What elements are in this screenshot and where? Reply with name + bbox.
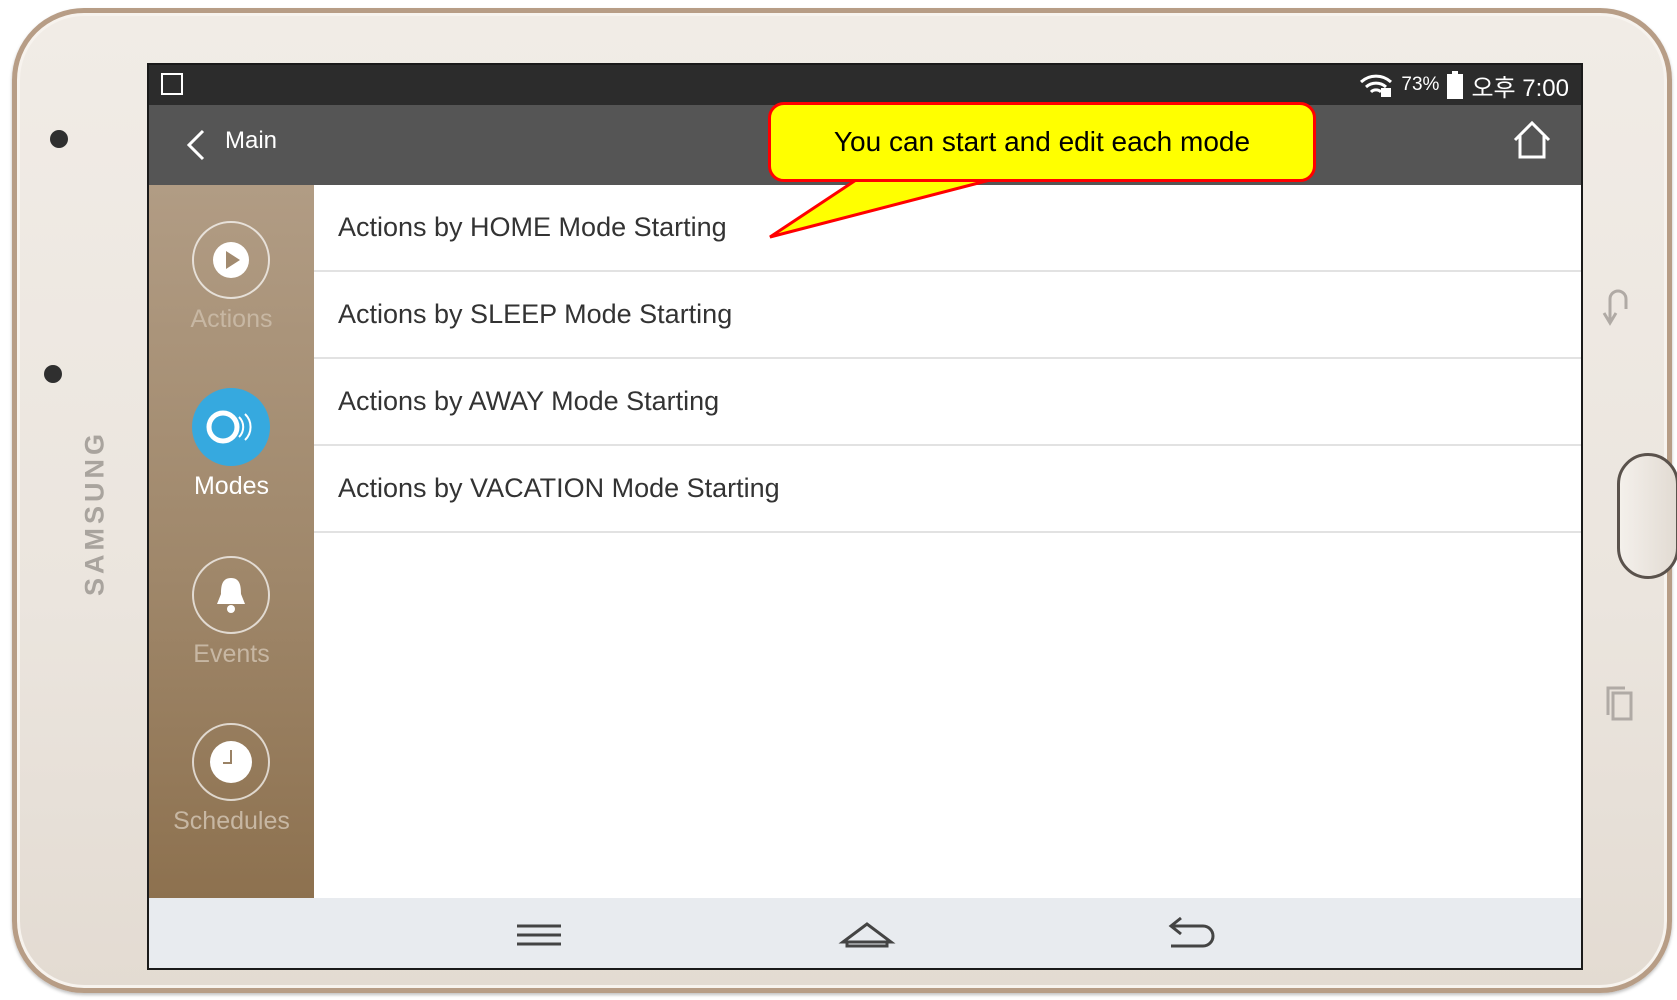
gallery-notification-icon — [161, 73, 183, 95]
sidebar-item-label: Events — [193, 640, 270, 668]
back-to-main-link[interactable]: Main — [225, 127, 277, 155]
list-item-vacation-mode[interactable]: Actions by VACATION Mode Starting — [314, 446, 1581, 533]
back-chevron-icon[interactable] — [177, 125, 217, 165]
hardware-back-key-icon[interactable] — [1600, 285, 1634, 327]
battery-percent: 73% — [1401, 74, 1440, 95]
callout-annotation: You can start and edit each mode — [768, 102, 1316, 182]
status-time: 오후 7:00 — [1471, 74, 1569, 102]
menu-icon[interactable] — [509, 912, 569, 958]
system-back-icon[interactable] — [1159, 912, 1219, 958]
front-camera-icon — [50, 130, 68, 148]
bell-icon — [192, 556, 270, 634]
sidebar-nav: Actions Modes Events Schedules — [149, 185, 314, 898]
play-icon — [192, 221, 270, 299]
modes-icon — [192, 388, 270, 466]
callout-pointer — [769, 178, 991, 239]
sidebar-item-actions[interactable]: Actions — [149, 185, 314, 350]
home-icon[interactable] — [1511, 119, 1553, 161]
sidebar-item-modes[interactable]: Modes — [149, 352, 314, 517]
battery-icon — [1447, 71, 1464, 99]
wifi-lock-icon — [1360, 74, 1393, 97]
system-nav-bar — [149, 898, 1581, 968]
list-item-sleep-mode[interactable]: Actions by SLEEP Mode Starting — [314, 272, 1581, 359]
clock-icon — [192, 723, 270, 801]
light-sensor-icon — [44, 365, 62, 383]
hardware-recent-apps-key-icon[interactable] — [1605, 685, 1635, 725]
sidebar-item-schedules[interactable]: Schedules — [149, 687, 314, 852]
status-bar: 73% 오후 7:00 — [149, 65, 1581, 105]
system-home-icon[interactable] — [837, 912, 897, 958]
list-item-away-mode[interactable]: Actions by AWAY Mode Starting — [314, 359, 1581, 446]
sidebar-item-label: Schedules — [173, 807, 290, 835]
hardware-home-button[interactable] — [1617, 453, 1677, 579]
sidebar-item-events[interactable]: Events — [149, 520, 314, 685]
samsung-logo: SAMSUNG — [79, 429, 110, 597]
sidebar-item-label: Modes — [193, 472, 270, 500]
sidebar-item-label: Actions — [190, 305, 273, 333]
